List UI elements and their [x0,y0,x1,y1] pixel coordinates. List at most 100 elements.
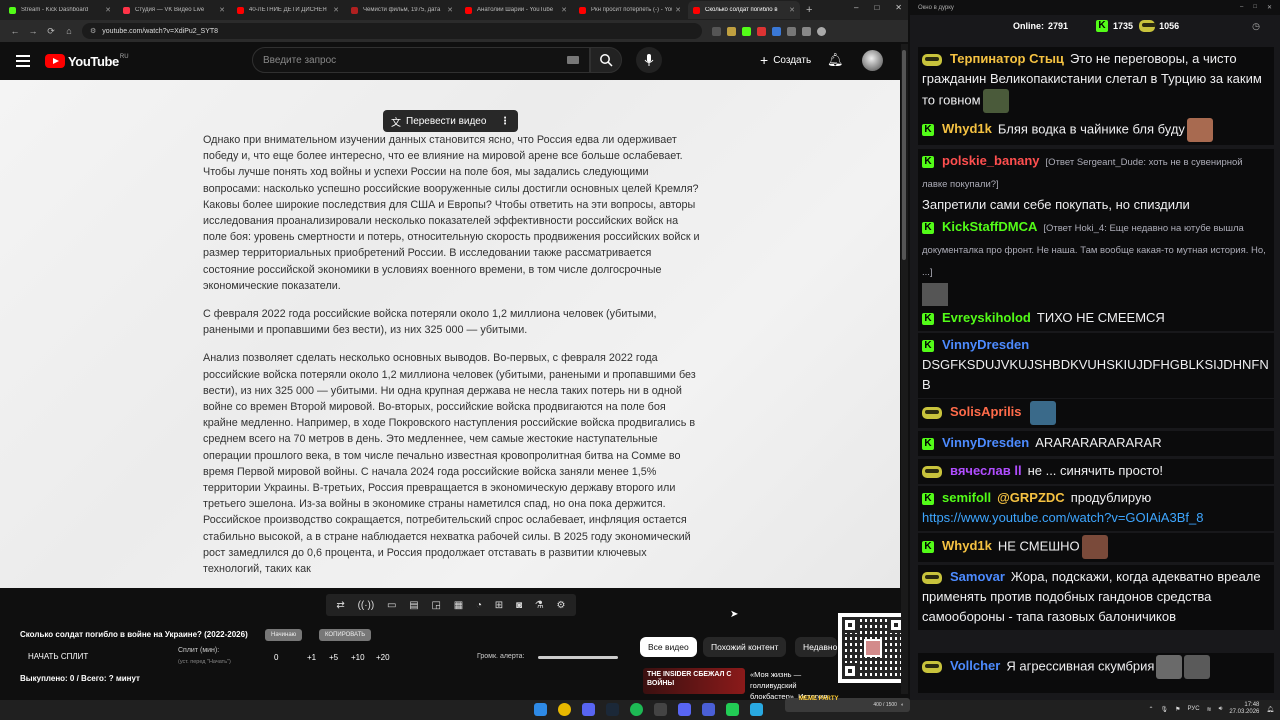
extension-icon[interactable] [772,26,781,36]
close-icon[interactable]: ✕ [895,3,902,12]
browser-tab[interactable]: Анатолий Шарий - YouTube ✕ [460,1,572,19]
windows-start-icon[interactable] [534,703,547,716]
extension-icon[interactable] [727,26,736,36]
spotify-icon[interactable] [630,703,643,716]
telegram-icon[interactable] [750,703,763,716]
settings-icon[interactable]: ⚙ [557,600,566,611]
close-tab-icon[interactable]: ✕ [219,6,225,14]
chat-mention[interactable]: @GRPZDC [997,490,1065,505]
alert-volume-slider[interactable] [538,656,618,659]
video-player[interactable]: 文 Перевести видео ⋮ Однако при вниматель… [0,80,900,588]
theater-icon[interactable]: ▦ [454,600,463,611]
clock[interactable]: 17:48 27.03.2026 [1229,702,1259,716]
speed-icon[interactable]: ◔ [476,600,482,611]
flask-icon[interactable]: ⚗ [535,600,544,611]
discord-icon[interactable] [582,703,595,716]
chip-recent[interactable]: Недавно [795,637,837,657]
chip-related[interactable]: Похожий контент [703,637,787,657]
chat-nick[interactable]: Samovar [950,569,1005,584]
discord-icon[interactable] [678,703,691,716]
chat-nick[interactable]: вячеслав ll [950,463,1022,478]
chat-link[interactable]: https://www.youtube.com/watch?v=GOIAiA3B… [922,510,1203,525]
more-icon[interactable]: ⋮ [500,116,510,127]
close-tab-icon[interactable]: ✕ [675,6,681,14]
chat-nick[interactable]: Whyd1k [942,538,992,553]
chat-nick[interactable]: Терпинатор Стыц [950,51,1064,66]
start-button[interactable]: Начинаю [265,629,303,641]
extension-icon[interactable] [757,26,766,36]
close-tab-icon[interactable]: ✕ [561,6,567,14]
audio-icon[interactable]: ((·)) [358,600,375,611]
translate-video-button[interactable]: 文 Перевести видео ⋮ [383,110,518,132]
obs-icon[interactable] [654,703,667,716]
close-tab-icon[interactable]: ✕ [789,6,795,14]
split-plus-1-button[interactable]: +1 [307,653,316,662]
wifi-icon[interactable]: ≋ [1207,706,1212,713]
close-tab-icon[interactable]: ✕ [447,6,453,14]
menu-icon[interactable] [16,55,30,67]
browser-tab[interactable]: Ркн просит потерпеть (-) - YouT ✕ [574,1,686,19]
maximize-icon[interactable]: □ [874,3,879,12]
browser-tab[interactable]: 40-ЛЕТНИЕ ДЕТИ ДИСНЕЯ ✕ [232,1,344,19]
browser-tab[interactable]: Сколько солдат погибло в ✕ [688,1,800,19]
split-plus-10-button[interactable]: +10 [351,653,365,662]
notification-icon[interactable]: 🔔︎ [1266,706,1274,713]
clock-icon[interactable]: ◷ [1252,21,1260,32]
browser-tab[interactable]: Чемисти фильм, 1975, дата ✕ [346,1,458,19]
subtitles-icon[interactable]: ▭ [387,600,396,611]
chat-nick[interactable]: Evreyskiholod [942,310,1031,325]
language-indicator[interactable]: РУС [1188,706,1200,712]
start-split-button[interactable]: НАЧАТЬ СПЛИТ [28,652,88,661]
reload-icon[interactable]: ⟳ [42,26,60,37]
chip-all-videos[interactable]: Все видео [640,637,697,657]
extension-icon[interactable] [712,26,721,36]
chat-nick[interactable]: KickStaffDMCA [942,219,1037,234]
microphone-icon[interactable]: 🎙︎ [1161,706,1169,713]
search-button[interactable] [590,47,622,73]
split-plus-5-button[interactable]: +5 [329,653,338,662]
new-tab-button[interactable]: + [806,4,812,16]
loop-icon[interactable]: ⇄ [336,600,344,611]
app-icon[interactable] [702,703,715,716]
chevron-up-icon[interactable]: ⌃ [1148,706,1153,713]
search-input[interactable]: Введите запрос [252,47,590,73]
chat-nick[interactable]: Vollcher [950,658,1000,673]
chrome-icon[interactable] [558,703,571,716]
youtube-logo[interactable]: YouTube RU [45,54,129,69]
pip-icon[interactable]: ◲ [431,600,440,611]
steam-icon[interactable] [606,703,619,716]
forward-icon[interactable]: → [24,26,42,36]
camera-icon[interactable]: ◙ [516,600,522,611]
close-tab-icon[interactable]: ✕ [333,6,339,14]
profile-icon[interactable] [817,26,826,36]
tray-icon[interactable]: ⚑ [1175,706,1180,713]
back-icon[interactable]: ← [6,26,24,36]
close-tab-icon[interactable]: ✕ [105,6,111,14]
add-icon[interactable]: ⊞ [495,600,503,611]
home-icon[interactable]: ⌂ [60,26,78,36]
close-icon[interactable]: ✕ [1267,4,1272,11]
extension-icon[interactable] [742,26,751,36]
create-button[interactable]: + Создать [750,48,821,72]
clip-icon[interactable]: ▤ [409,600,418,611]
page-scrollbar[interactable] [901,44,908,694]
app-icon[interactable] [726,703,739,716]
chat-nick[interactable]: semifoll [942,490,991,505]
url-field[interactable]: ⚙ youtube.com/watch?v=XdiPu2_SYT8 [82,23,702,39]
chat-nick[interactable]: Whyd1k [942,121,992,136]
notifications-icon[interactable]: 🔔︎ [827,52,844,68]
site-info-icon[interactable]: ⚙ [90,27,96,35]
chat-nick[interactable]: SolisAprilis [950,404,1022,419]
chat-nick[interactable]: VinnyDresden [942,337,1029,352]
extension-icon[interactable] [787,26,796,36]
split-plus-20-button[interactable]: +20 [376,653,390,662]
avatar[interactable] [862,50,883,71]
chat-nick[interactable]: polskie_banany [942,153,1040,168]
download-icon[interactable] [802,26,811,36]
copy-button[interactable]: КОПИРОВАТЬ [319,629,372,641]
minimize-icon[interactable]: – [854,3,858,12]
minimize-icon[interactable]: – [1240,4,1243,11]
suggested-video-thumbnail[interactable]: THE INSIDER СБЕЖАЛ С ВОЙНЫ [643,668,745,694]
voice-search-button[interactable] [636,47,662,73]
volume-icon[interactable]: 🔊︎ [1219,706,1223,713]
